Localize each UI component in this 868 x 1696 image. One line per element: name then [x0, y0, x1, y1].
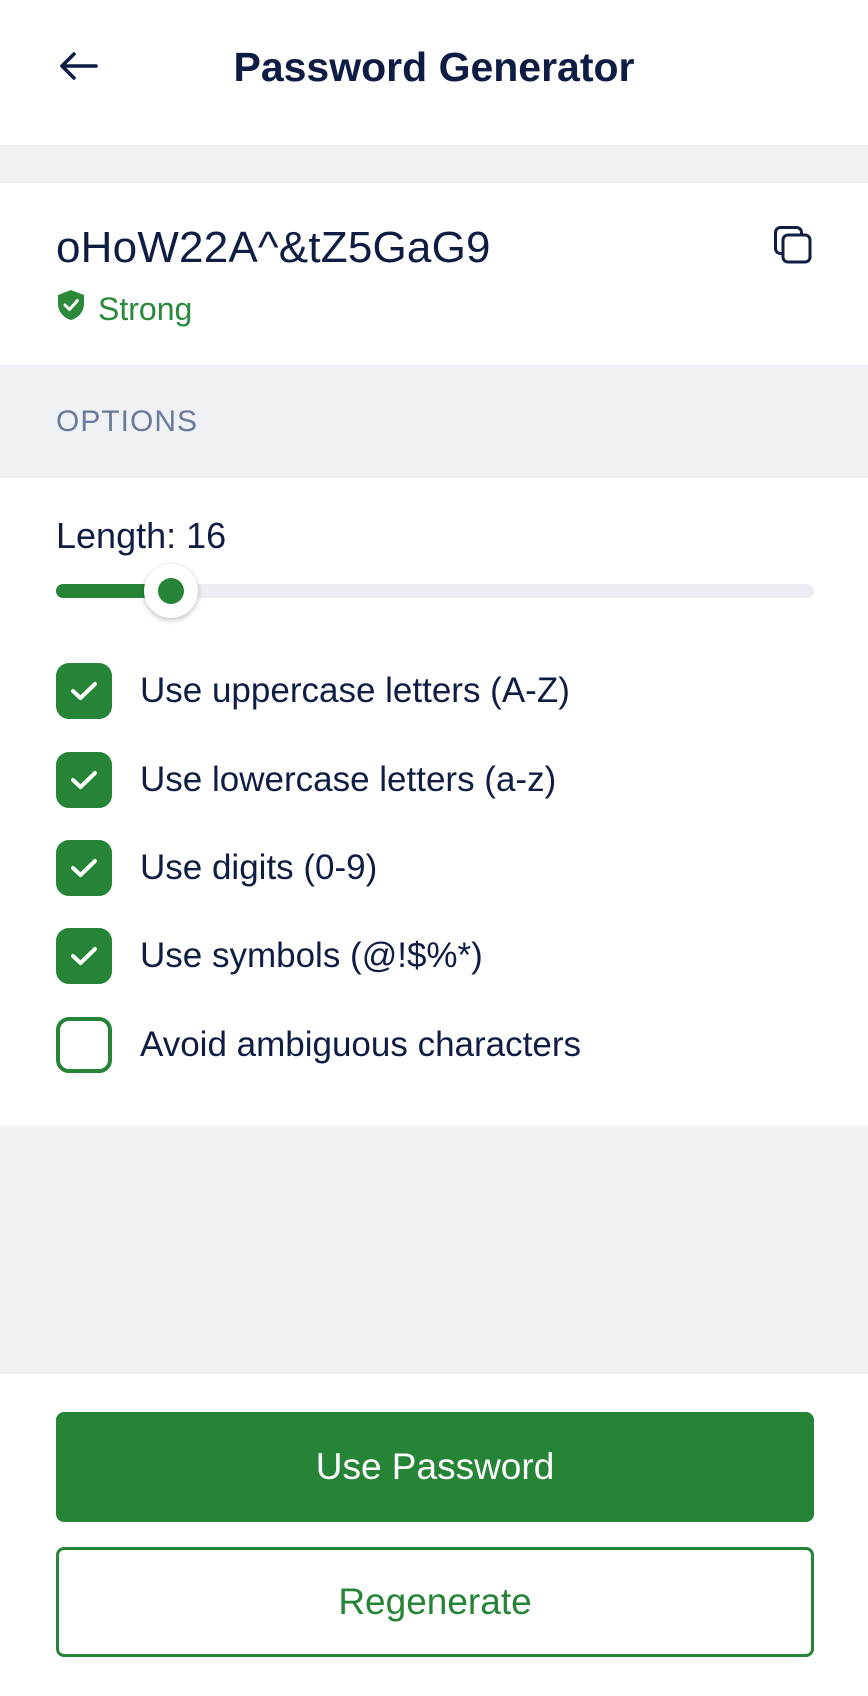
digits-checkbox[interactable] [56, 840, 112, 896]
strength-label: Strong [98, 290, 193, 327]
regenerate-button[interactable]: Regenerate [56, 1547, 814, 1657]
length-slider[interactable] [56, 564, 814, 618]
options-section-label: OPTIONS [56, 405, 199, 438]
section-divider [0, 145, 868, 183]
option-digits[interactable]: Use digits (0-9) [56, 840, 816, 896]
strength-indicator: Strong [56, 289, 192, 329]
option-label: Use digits (0-9) [140, 848, 378, 887]
checkmark-icon [69, 768, 99, 792]
generated-password-card: oHoW22A^&tZ5GaG9 Strong [0, 183, 868, 365]
empty-space [0, 1126, 868, 1374]
option-avoid-ambiguous[interactable]: Avoid ambiguous characters [56, 1017, 816, 1073]
checkmark-icon [69, 856, 99, 880]
options-panel: Length: 16 Use uppercase letters (A-Z) U… [0, 478, 868, 1126]
use-password-button[interactable]: Use Password [56, 1412, 814, 1522]
option-label: Avoid ambiguous characters [140, 1025, 581, 1064]
avoid-ambiguous-checkbox[interactable] [56, 1017, 112, 1073]
option-label: Use uppercase letters (A-Z) [140, 671, 570, 710]
option-symbols[interactable]: Use symbols (@!$%*) [56, 928, 816, 984]
copy-icon [773, 225, 813, 270]
lowercase-checkbox[interactable] [56, 752, 112, 808]
options-header: OPTIONS [0, 365, 868, 478]
password-generator-screen: Password Generator oHoW22A^&tZ5GaG9 Stro… [0, 0, 868, 1696]
length-label: Length: 16 [56, 515, 227, 556]
arrow-left-icon [58, 51, 98, 86]
option-label: Use symbols (@!$%*) [140, 936, 483, 975]
checkmark-icon [69, 679, 99, 703]
checkmark-icon [69, 944, 99, 968]
generated-password: oHoW22A^&tZ5GaG9 [56, 223, 491, 272]
option-label: Use lowercase letters (a-z) [140, 760, 557, 799]
option-uppercase[interactable]: Use uppercase letters (A-Z) [56, 663, 816, 719]
shield-check-icon [56, 289, 86, 329]
copy-button[interactable] [768, 222, 818, 272]
option-lowercase[interactable]: Use lowercase letters (a-z) [56, 752, 816, 808]
uppercase-checkbox[interactable] [56, 663, 112, 719]
slider-thumb-dot [158, 578, 184, 604]
back-button[interactable] [48, 40, 108, 96]
top-bar: Password Generator [0, 0, 868, 145]
symbols-checkbox[interactable] [56, 928, 112, 984]
page-title: Password Generator [233, 44, 635, 90]
slider-thumb[interactable] [144, 564, 198, 618]
